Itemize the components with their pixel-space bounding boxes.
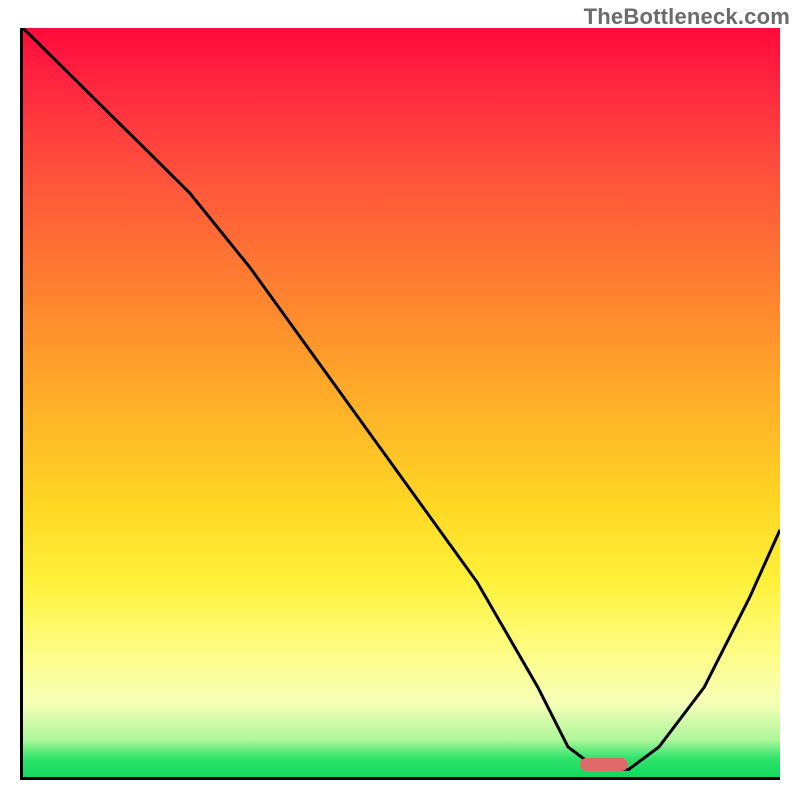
chart-highlight-marker [580, 758, 628, 771]
chart-plot-area [20, 28, 780, 780]
watermark-text: TheBottleneck.com [584, 4, 790, 30]
bottleneck-curve-path [23, 28, 780, 770]
chart-line-svg [23, 28, 780, 777]
